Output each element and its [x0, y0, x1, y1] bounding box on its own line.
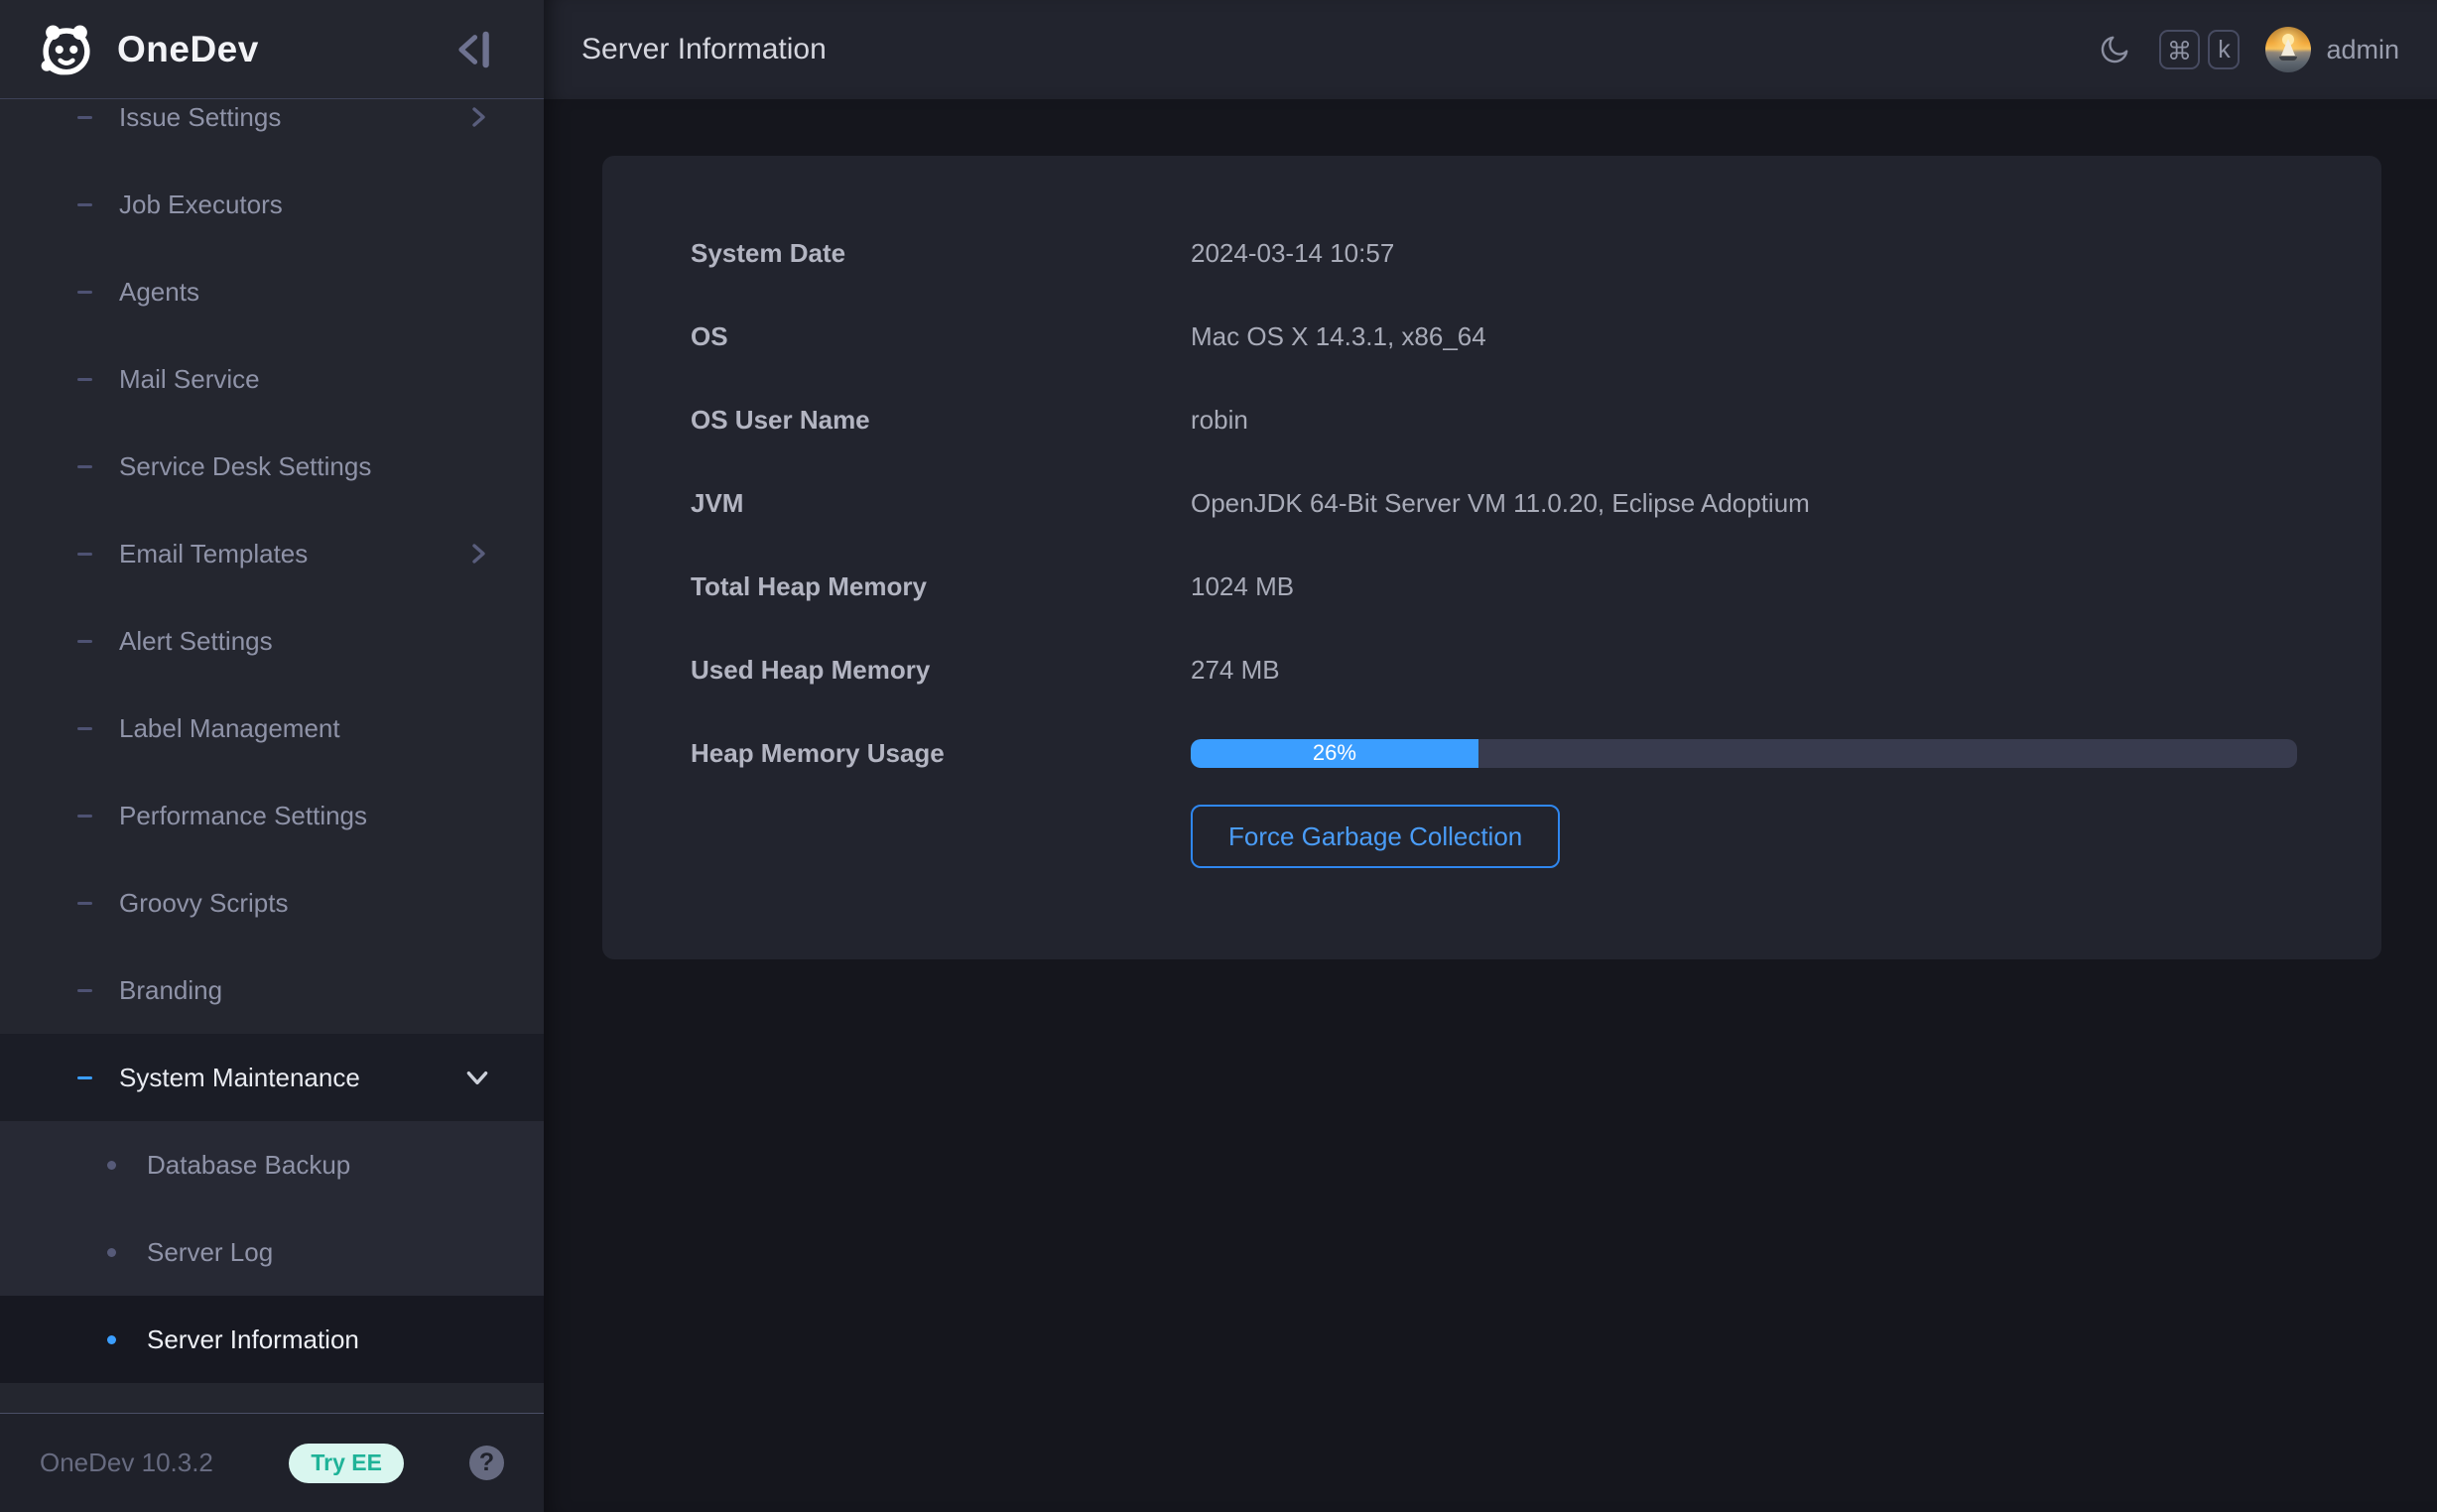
sidebar-item-subscription-management[interactable]: Subscription Management [0, 1383, 544, 1413]
sidebar-item-alert-settings[interactable]: Alert Settings [0, 597, 544, 685]
system-maintenance-submenu: Database Backup Server Log Server Inform… [0, 1121, 544, 1383]
row-value: robin [1191, 405, 1248, 436]
sidebar: OneDev Issue Settings Job Executors [0, 0, 544, 1512]
sidebar-item-label: Job Executors [119, 189, 283, 220]
sidebar-item-label: Issue Settings [119, 102, 281, 133]
dash-icon [77, 553, 92, 556]
sidebar-item-database-backup[interactable]: Database Backup [0, 1121, 544, 1208]
sidebar-item-label: Mail Service [119, 364, 260, 395]
sidebar-item-branding[interactable]: Branding [0, 946, 544, 1034]
sidebar-item-label: Server Information [147, 1324, 359, 1355]
info-row-os: OS Mac OS X 14.3.1, x86_64 [691, 295, 2297, 378]
row-label: System Date [691, 238, 1191, 269]
avatar-boat-hull [2279, 57, 2297, 61]
heap-usage-progress-bar: 26% [1191, 739, 2297, 768]
heap-usage-progress-fill: 26% [1191, 739, 1478, 768]
avatar[interactable] [2265, 27, 2311, 72]
row-label: Used Heap Memory [691, 655, 1191, 686]
dash-icon [77, 116, 92, 119]
onedev-logo-icon [38, 21, 95, 78]
row-label: OS [691, 321, 1191, 352]
k-key-badge: k [2208, 30, 2240, 69]
sidebar-item-issue-settings[interactable]: Issue Settings [0, 100, 544, 161]
info-row-heap-memory-usage: Heap Memory Usage 26% [691, 711, 2297, 795]
force-garbage-collection-button[interactable]: Force Garbage Collection [1191, 805, 1560, 868]
gc-button-row: Force Garbage Collection [691, 795, 2297, 878]
heap-usage-percent: 26% [1313, 740, 1356, 766]
sidebar-item-label: Agents [119, 277, 199, 308]
dash-icon [77, 378, 92, 381]
chevron-down-icon [462, 1063, 492, 1092]
sidebar-item-server-information[interactable]: Server Information [0, 1296, 544, 1383]
dash-icon [77, 291, 92, 294]
sidebar-item-mail-service[interactable]: Mail Service [0, 335, 544, 423]
sidebar-item-label: Service Desk Settings [119, 451, 371, 482]
sidebar-item-server-log[interactable]: Server Log [0, 1208, 544, 1296]
try-ee-badge[interactable]: Try EE [289, 1444, 404, 1483]
sidebar-item-label: Server Log [147, 1237, 273, 1268]
server-info-card: System Date 2024-03-14 10:57 OS Mac OS X… [602, 156, 2381, 959]
sidebar-item-label: Label Management [119, 713, 340, 744]
dash-icon [77, 465, 92, 468]
bullet-icon [107, 1335, 116, 1344]
info-row-used-heap-memory: Used Heap Memory 274 MB [691, 628, 2297, 711]
sidebar-item-label: Alert Settings [119, 626, 273, 657]
sidebar-item-label-management[interactable]: Label Management [0, 685, 544, 772]
help-icon[interactable]: ? [469, 1446, 504, 1480]
row-label: JVM [691, 488, 1191, 519]
sidebar-item-label: Groovy Scripts [119, 888, 289, 919]
sidebar-item-job-executors[interactable]: Job Executors [0, 161, 544, 248]
sidebar-item-system-maintenance[interactable]: System Maintenance [0, 1034, 544, 1121]
row-label: Total Heap Memory [691, 571, 1191, 602]
sidebar-item-label: Performance Settings [119, 801, 367, 831]
main-content: System Date 2024-03-14 10:57 OS Mac OS X… [544, 99, 2437, 1512]
sidebar-item-performance-settings[interactable]: Performance Settings [0, 772, 544, 859]
dark-mode-moon-icon[interactable] [2098, 33, 2131, 66]
dash-icon [77, 727, 92, 730]
sidebar-item-agents[interactable]: Agents [0, 248, 544, 335]
row-value: 274 MB [1191, 655, 1280, 686]
dash-icon [77, 1076, 92, 1079]
page-title: Server Information [581, 33, 827, 66]
bullet-icon [107, 1161, 116, 1170]
row-label: Heap Memory Usage [691, 738, 1191, 769]
dash-icon [77, 815, 92, 818]
brand-name: OneDev [117, 29, 259, 70]
sidebar-collapse-icon[interactable] [454, 28, 498, 71]
sidebar-item-label: Branding [119, 975, 222, 1006]
sidebar-item-label: Email Templates [119, 539, 308, 569]
brand-header: OneDev [0, 0, 544, 99]
dash-icon [77, 989, 92, 992]
info-row-jvm: JVM OpenJDK 64-Bit Server VM 11.0.20, Ec… [691, 461, 2297, 545]
row-value: 1024 MB [1191, 571, 1294, 602]
dash-icon [77, 203, 92, 206]
row-value: Mac OS X 14.3.1, x86_64 [1191, 321, 1486, 352]
username[interactable]: admin [2326, 35, 2399, 65]
topbar: Server Information k admin [544, 0, 2437, 99]
version-text: OneDev 10.3.2 [40, 1448, 213, 1478]
sidebar-footer: OneDev 10.3.2 Try EE ? [0, 1413, 544, 1512]
cmd-key-icon [2159, 30, 2200, 69]
dash-icon [77, 640, 92, 643]
bullet-icon [107, 1248, 116, 1257]
chevron-right-icon [464, 103, 492, 131]
sidebar-item-label: System Maintenance [119, 1063, 360, 1093]
dash-icon [77, 902, 92, 905]
avatar-sailboat [2281, 39, 2295, 56]
sidebar-nav: Issue Settings Job Executors Agents Mail… [0, 100, 544, 1413]
sidebar-item-service-desk-settings[interactable]: Service Desk Settings [0, 423, 544, 510]
sidebar-item-groovy-scripts[interactable]: Groovy Scripts [0, 859, 544, 946]
row-value: 2024-03-14 10:57 [1191, 238, 1394, 269]
row-value: OpenJDK 64-Bit Server VM 11.0.20, Eclips… [1191, 488, 1810, 519]
topbar-actions: k admin [2098, 27, 2399, 72]
info-row-system-date: System Date 2024-03-14 10:57 [691, 211, 2297, 295]
chevron-right-icon [464, 540, 492, 567]
sidebar-item-email-templates[interactable]: Email Templates [0, 510, 544, 597]
info-row-os-user-name: OS User Name robin [691, 378, 2297, 461]
sidebar-item-label: Database Backup [147, 1150, 350, 1181]
info-row-total-heap-memory: Total Heap Memory 1024 MB [691, 545, 2297, 628]
row-label: OS User Name [691, 405, 1191, 436]
